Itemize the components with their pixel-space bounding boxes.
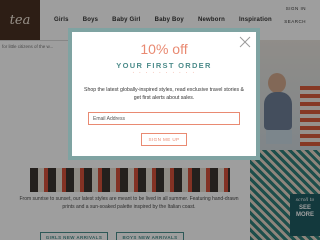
discount-headline: 10% off [140,41,188,57]
dotted-divider: · · · · · · · · · · [132,70,196,76]
signup-description: Shop the latest globally-inspired styles… [83,87,245,101]
sign-me-up-button[interactable]: SIGN ME UP [141,133,187,146]
signup-modal-body: 10% off YOUR FIRST ORDER · · · · · · · ·… [72,32,256,156]
email-field[interactable] [88,112,240,125]
signup-modal: 10% off YOUR FIRST ORDER · · · · · · · ·… [68,28,260,160]
discount-subheadline: YOUR FIRST ORDER [116,61,212,70]
